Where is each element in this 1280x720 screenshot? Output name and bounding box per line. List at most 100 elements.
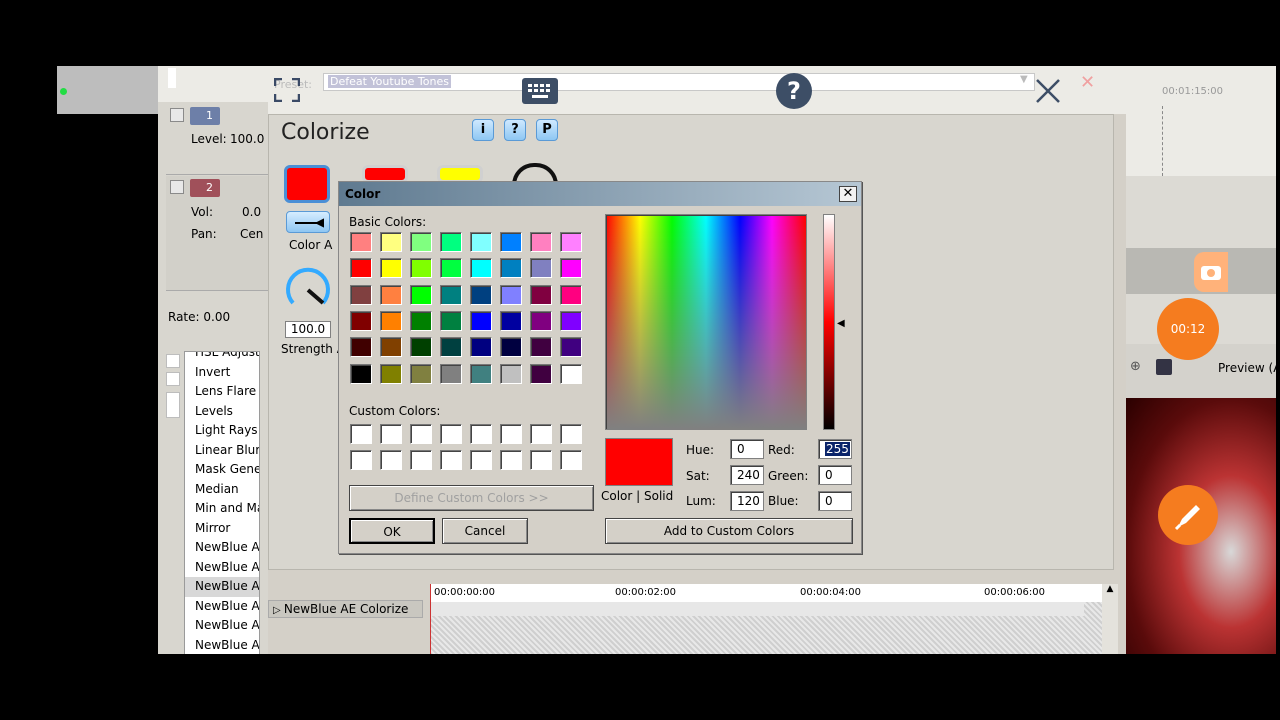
list-item[interactable]: HSL Adjust: [185, 352, 259, 363]
custom-color-swatch[interactable]: [410, 424, 432, 444]
fx-checkbox[interactable]: [166, 392, 180, 418]
cancel-button[interactable]: Cancel: [442, 518, 528, 544]
list-item[interactable]: Lens Flare: [185, 382, 259, 402]
chevron-down-icon[interactable]: ▼: [1020, 74, 1028, 85]
basic-color-swatch[interactable]: [350, 232, 372, 252]
list-item[interactable]: NewBlue AE: [185, 597, 259, 617]
track-level-value[interactable]: 100.0: [230, 132, 264, 146]
basic-color-swatch[interactable]: [410, 310, 432, 331]
basic-color-swatch[interactable]: [440, 363, 462, 384]
help-icon[interactable]: ?: [776, 73, 812, 109]
track-vol-value[interactable]: 0.0: [242, 205, 261, 219]
list-item[interactable]: NewBlue AE: [185, 538, 259, 558]
basic-color-swatch[interactable]: [470, 337, 492, 358]
fullscreen-icon[interactable]: [274, 78, 300, 102]
help-button[interactable]: ?: [504, 119, 526, 141]
basic-color-swatch[interactable]: [380, 284, 402, 305]
custom-color-swatch[interactable]: [380, 424, 402, 444]
custom-color-swatch[interactable]: [470, 450, 492, 470]
basic-color-swatch[interactable]: [500, 232, 522, 252]
basic-color-swatch[interactable]: [350, 337, 372, 358]
green-field[interactable]: 0: [818, 465, 852, 485]
basic-color-swatch[interactable]: [470, 258, 492, 279]
basic-color-swatch[interactable]: [500, 337, 522, 358]
basic-color-swatch[interactable]: [470, 232, 492, 252]
list-item[interactable]: Min and Ma: [185, 499, 259, 519]
list-item[interactable]: Median: [185, 480, 259, 500]
basic-color-swatch[interactable]: [380, 232, 402, 252]
basic-color-swatch[interactable]: [530, 337, 552, 358]
basic-color-swatch[interactable]: [560, 232, 582, 252]
add-to-custom-colors-button[interactable]: Add to Custom Colors: [605, 518, 853, 544]
define-custom-colors-button[interactable]: Define Custom Colors >>: [349, 485, 594, 511]
basic-color-swatch[interactable]: [500, 258, 522, 279]
eyedropper-icon[interactable]: [286, 211, 330, 233]
camera-icon[interactable]: [1194, 252, 1228, 292]
luminance-arrow-icon[interactable]: ◀: [837, 318, 845, 329]
fx-checkbox[interactable]: [166, 354, 180, 368]
basic-color-swatch[interactable]: [440, 337, 462, 358]
basic-color-swatch[interactable]: [380, 363, 402, 384]
basic-color-swatch[interactable]: [560, 337, 582, 358]
custom-color-swatch[interactable]: [350, 450, 372, 470]
sat-field[interactable]: 240: [730, 465, 764, 485]
pen-icon[interactable]: [1158, 485, 1218, 545]
custom-color-swatch[interactable]: [470, 424, 492, 444]
custom-color-swatch[interactable]: [440, 424, 462, 444]
preset-button[interactable]: P: [536, 119, 558, 141]
preview-mode-icon[interactable]: [1156, 359, 1172, 375]
preset-dropdown[interactable]: Defeat Youtube Tones: [323, 73, 1035, 91]
basic-color-swatch[interactable]: [440, 310, 462, 331]
basic-color-swatch[interactable]: [440, 232, 462, 252]
list-item[interactable]: NewBlue AE: [185, 558, 259, 578]
blue-field[interactable]: 0: [818, 491, 852, 511]
basic-color-swatch[interactable]: [530, 284, 552, 305]
basic-color-swatch[interactable]: [350, 258, 372, 279]
track-pan-value[interactable]: Cen: [240, 227, 263, 241]
luminance-slider[interactable]: [823, 214, 835, 430]
custom-color-swatch[interactable]: [500, 424, 522, 444]
basic-color-swatch[interactable]: [500, 363, 522, 384]
list-item[interactable]: NewBlue AE: [185, 577, 259, 597]
basic-color-swatch[interactable]: [410, 284, 432, 305]
list-item[interactable]: Mirror: [185, 519, 259, 539]
color-spectrum[interactable]: [605, 214, 807, 430]
color-a-swatch[interactable]: [284, 165, 330, 203]
info-button[interactable]: i: [472, 119, 494, 141]
timeline-track[interactable]: ▷ NewBlue AE Colorize: [268, 600, 423, 618]
basic-color-swatch[interactable]: [440, 258, 462, 279]
basic-color-swatch[interactable]: [350, 363, 372, 384]
list-item[interactable]: Mask Gener: [185, 460, 259, 480]
close-icon[interactable]: ✕: [1080, 72, 1095, 93]
list-item[interactable]: Light Rays: [185, 421, 259, 441]
close-button[interactable]: ✕: [839, 186, 857, 202]
custom-color-swatch[interactable]: [500, 450, 522, 470]
custom-color-swatch[interactable]: [530, 424, 552, 444]
basic-color-swatch[interactable]: [380, 310, 402, 331]
basic-color-swatch[interactable]: [380, 337, 402, 358]
basic-color-swatch[interactable]: [530, 258, 552, 279]
basic-color-swatch[interactable]: [500, 284, 522, 305]
record-timer[interactable]: 00:12: [1157, 298, 1219, 360]
basic-color-swatch[interactable]: [470, 284, 492, 305]
list-item[interactable]: Invert: [185, 363, 259, 383]
basic-color-swatch[interactable]: [350, 310, 372, 331]
list-item[interactable]: Linear Blur: [185, 441, 259, 461]
basic-color-swatch[interactable]: [560, 310, 582, 331]
basic-color-swatch[interactable]: [560, 258, 582, 279]
custom-color-swatch[interactable]: [530, 450, 552, 470]
basic-color-swatch[interactable]: [560, 363, 582, 384]
keyboard-icon[interactable]: [522, 78, 558, 104]
basic-color-swatch[interactable]: [500, 310, 522, 331]
basic-color-swatch[interactable]: [410, 232, 432, 252]
basic-color-swatch[interactable]: [410, 258, 432, 279]
basic-color-swatch[interactable]: [530, 363, 552, 384]
strength-input[interactable]: 100.0: [285, 321, 331, 338]
track-minimize-button[interactable]: [170, 108, 184, 122]
custom-color-swatch[interactable]: [560, 450, 582, 470]
basic-color-swatch[interactable]: [410, 337, 432, 358]
move-icon[interactable]: ⊕: [1130, 359, 1141, 374]
fx-checkbox[interactable]: [166, 372, 180, 386]
basic-color-swatch[interactable]: [560, 284, 582, 305]
custom-color-swatch[interactable]: [410, 450, 432, 470]
